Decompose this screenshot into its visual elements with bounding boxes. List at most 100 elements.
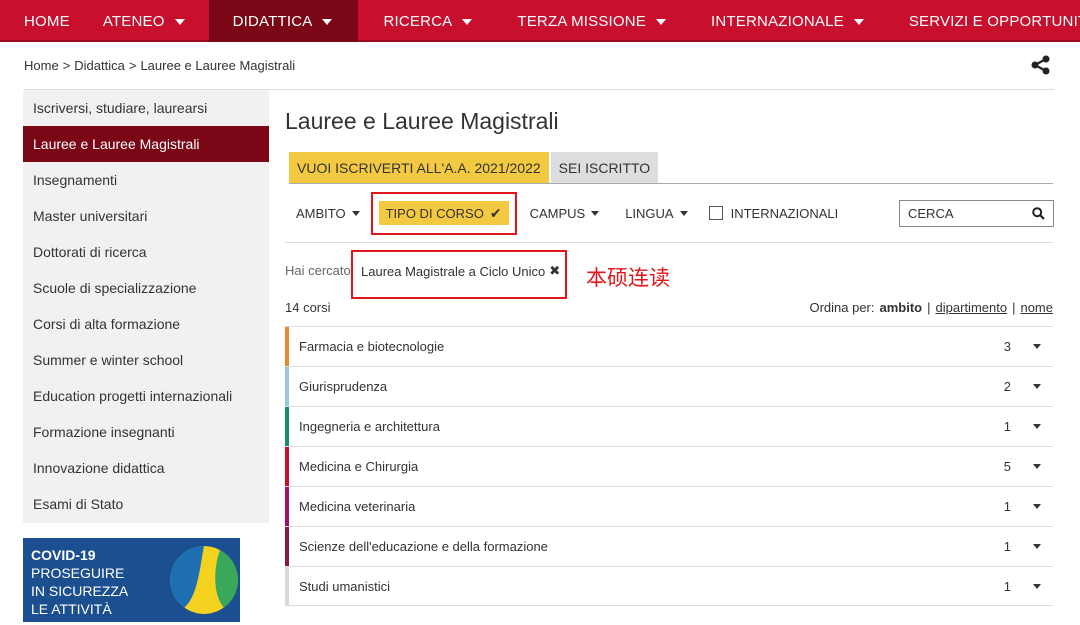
list-item-count: 5 xyxy=(1003,459,1011,474)
sort-dipartimento[interactable]: dipartimento xyxy=(936,300,1008,315)
divider xyxy=(285,242,1053,243)
chevron-down-icon[interactable] xyxy=(1033,424,1041,429)
sort-separator: | xyxy=(927,300,931,315)
covid-banner[interactable]: COVID-19 PROSEGUIRE IN SICUREZZA LE ATTI… xyxy=(23,538,240,622)
nav-terza-missione[interactable]: TERZA MISSIONE xyxy=(494,0,688,42)
filter-ambito-label: AMBITO xyxy=(296,205,346,221)
sort-ambito[interactable]: ambito xyxy=(880,300,923,315)
sort-options: Ordina per: ambito | dipartimento | nome xyxy=(809,300,1053,315)
breadcrumb-separator: > xyxy=(62,58,71,73)
list-item[interactable]: Farmacia e biotecnologie 3 xyxy=(285,326,1053,366)
covid-banner-text: COVID-19 PROSEGUIRE IN SICUREZZA LE ATTI… xyxy=(31,546,128,618)
sidebar-item-esami-stato[interactable]: Esami di Stato xyxy=(23,486,269,522)
chevron-down-icon[interactable] xyxy=(1033,504,1041,509)
chevron-down-icon[interactable] xyxy=(1033,344,1041,349)
search-placeholder: CERCA xyxy=(908,206,954,221)
filter-campus[interactable]: CAMPUS xyxy=(523,201,607,225)
chevron-down-icon[interactable] xyxy=(1033,464,1041,469)
sidebar-item-summer-winter[interactable]: Summer e winter school xyxy=(23,342,269,378)
sidebar-item-scuole[interactable]: Scuole di specializzazione xyxy=(23,270,269,306)
category-color-bar xyxy=(285,407,289,446)
tab-sei-iscritto[interactable]: SEI ISCRITTO xyxy=(550,152,659,184)
nav-internazionale[interactable]: INTERNAZIONALE xyxy=(688,0,886,42)
nav-ateneo[interactable]: ATENEO xyxy=(99,0,209,42)
list-item-name: Scienze dell'educazione e della formazio… xyxy=(299,539,548,554)
sidebar-item-corsi-alta-formazione[interactable]: Corsi di alta formazione xyxy=(23,306,269,342)
list-item[interactable]: Giurisprudenza 2 xyxy=(285,366,1053,406)
category-color-bar xyxy=(285,327,289,366)
chevron-down-icon[interactable] xyxy=(1033,583,1041,589)
breadcrumb-didattica[interactable]: Didattica xyxy=(74,58,125,73)
top-navigation: HOME ATENEO DIDATTICA RICERCA TERZA MISS… xyxy=(0,0,1080,42)
covid-banner-line: COVID-19 xyxy=(31,547,96,563)
tabs: VUOI ISCRIVERTI ALL'A.A. 2021/2022 SEI I… xyxy=(289,152,659,184)
list-item[interactable]: Studi umanistici 1 xyxy=(285,566,1053,606)
tabs-divider xyxy=(289,183,1053,184)
nav-ateneo-label: ATENEO xyxy=(102,12,165,30)
nav-servizi-label: SERVIZI E OPPORTUNITÀ xyxy=(908,12,1080,30)
list-item-name: Studi umanistici xyxy=(299,578,391,594)
searched-label: Hai cercato: xyxy=(285,263,355,278)
list-item[interactable]: Scienze dell'educazione e della formazio… xyxy=(285,526,1053,566)
list-item-count: 1 xyxy=(1003,539,1011,554)
filter-ambito[interactable]: AMBITO xyxy=(289,201,367,225)
results-count: 14 corsi xyxy=(285,300,331,315)
caret-down-icon xyxy=(591,210,600,216)
breadcrumb-home[interactable]: Home xyxy=(24,58,59,73)
search-icon[interactable] xyxy=(1032,207,1045,220)
sidebar-item-formazione-insegnanti[interactable]: Formazione insegnanti xyxy=(23,414,269,450)
filter-internazionali-label: INTERNAZIONALI xyxy=(730,205,839,221)
nav-servizi[interactable]: SERVIZI E OPPORTUNITÀ xyxy=(886,0,1080,42)
caret-down-icon xyxy=(679,210,688,216)
tab-vuoi-iscriverti[interactable]: VUOI ISCRIVERTI ALL'A.A. 2021/2022 xyxy=(289,152,549,184)
chevron-down-icon[interactable] xyxy=(1033,384,1041,389)
covid-banner-line: IN SICUREZZA xyxy=(31,583,129,599)
nav-didattica[interactable]: DIDATTICA xyxy=(208,0,359,42)
category-color-bar xyxy=(285,487,289,526)
nav-terza-missione-label: TERZA MISSIONE xyxy=(517,12,647,30)
chevron-down-icon xyxy=(462,19,473,25)
chevron-down-icon xyxy=(656,19,667,25)
course-group-list: Farmacia e biotecnologie 3 Giurisprudenza… xyxy=(285,326,1053,606)
list-item[interactable]: Medicina veterinaria 1 xyxy=(285,486,1053,526)
chevron-down-icon xyxy=(174,19,185,25)
internazionali-checkbox[interactable] xyxy=(708,206,723,220)
filter-lingua-label: LINGUA xyxy=(625,205,674,221)
covid-banner-line: LE ATTIVITÀ xyxy=(31,601,112,617)
sidebar-item-dottorati[interactable]: Dottorati di ricerca xyxy=(23,234,269,270)
filter-internazionali[interactable]: INTERNAZIONALI xyxy=(707,201,846,225)
filter-campus-label: CAMPUS xyxy=(529,205,586,221)
tennis-ball-icon xyxy=(170,546,238,614)
sort-separator: | xyxy=(1012,300,1016,315)
breadcrumb: Home > Didattica > Lauree e Lauree Magis… xyxy=(24,58,295,73)
list-item[interactable]: Medicina e Chirurgia 5 xyxy=(285,446,1053,486)
sidebar-item-insegnamenti[interactable]: Insegnamenti xyxy=(23,162,269,198)
sidebar-item-lauree[interactable]: Lauree e Lauree Magistrali xyxy=(23,126,269,162)
sidebar-item-master[interactable]: Master universitari xyxy=(23,198,269,234)
breadcrumb-separator: > xyxy=(128,58,137,73)
breadcrumb-current: Lauree e Lauree Magistrali xyxy=(140,58,296,73)
list-item-count: 1 xyxy=(1003,578,1011,594)
search-input[interactable]: CERCA xyxy=(899,200,1054,227)
nav-internazionale-label: INTERNAZIONALE xyxy=(711,12,844,30)
chevron-down-icon[interactable] xyxy=(1033,544,1041,549)
share-icon[interactable] xyxy=(1030,54,1052,76)
highlight-box xyxy=(351,250,567,299)
sidebar-item-innovazione[interactable]: Innovazione didattica xyxy=(23,450,269,486)
nav-home[interactable]: HOME xyxy=(0,0,99,42)
list-item-count: 1 xyxy=(1003,419,1011,434)
list-item[interactable]: Ingegneria e architettura 1 xyxy=(285,406,1053,446)
list-item-name: Farmacia e biotecnologie xyxy=(299,339,445,354)
nav-ricerca[interactable]: RICERCA xyxy=(358,0,494,42)
sidebar-item-iscriversi[interactable]: Iscriversi, studiare, laurearsi xyxy=(23,90,269,126)
covid-banner-line: PROSEGUIRE xyxy=(31,565,125,581)
nav-home-label: HOME xyxy=(24,12,70,30)
category-color-bar xyxy=(285,527,289,566)
list-item-name: Medicina veterinaria xyxy=(299,499,416,514)
filter-lingua[interactable]: LINGUA xyxy=(618,201,694,225)
highlight-box xyxy=(371,192,517,235)
annotation-text: 本硕连读 xyxy=(586,266,670,290)
category-color-bar xyxy=(285,367,289,406)
sort-nome[interactable]: nome xyxy=(1020,300,1053,315)
sidebar-item-education-progetti[interactable]: Education progetti internazionali xyxy=(23,378,269,414)
